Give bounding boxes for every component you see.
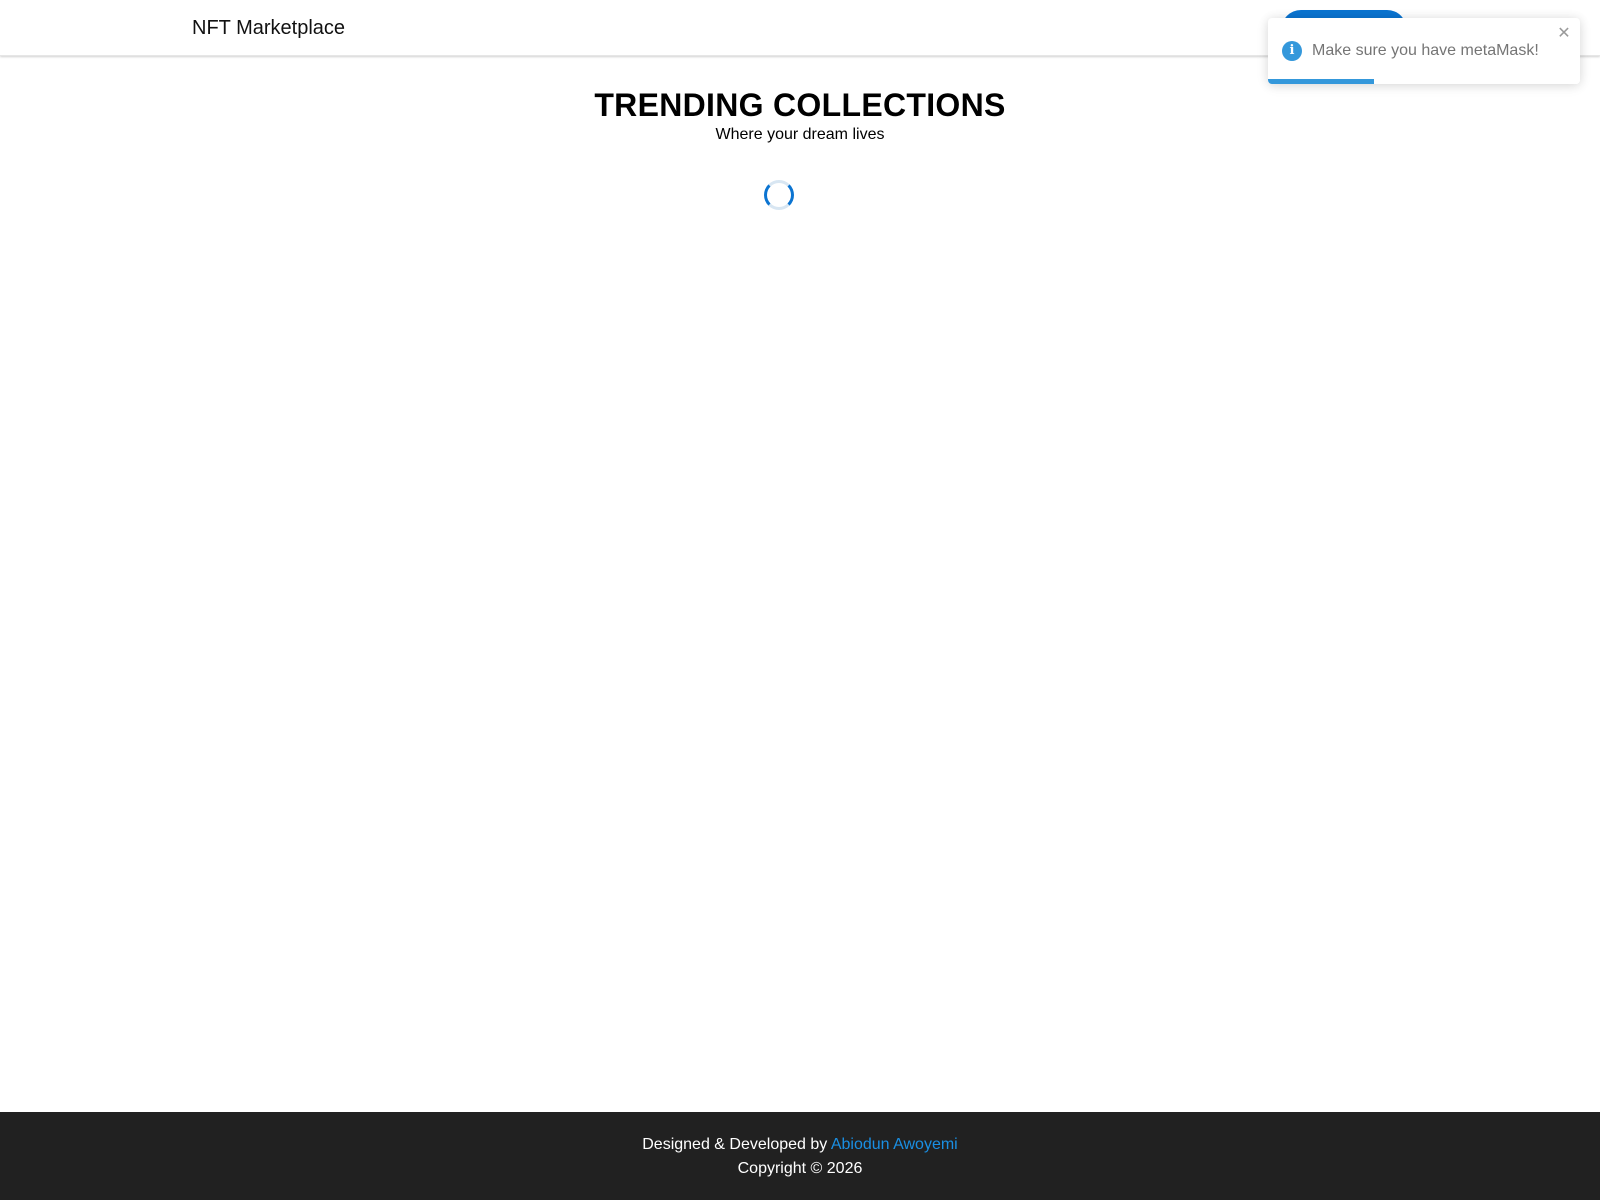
toast-notification: i Make sure you have metaMask! ✕ bbox=[1268, 18, 1580, 84]
brand-link[interactable]: NFT Marketplace bbox=[192, 15, 345, 41]
toast-progress-track bbox=[1268, 79, 1580, 84]
toast-progress-bar bbox=[1268, 79, 1375, 84]
author-link[interactable]: Abiodun Awoyemi bbox=[831, 1136, 958, 1153]
footer-credit: Designed & Developed by Abiodun Awoyemi bbox=[0, 1133, 1600, 1157]
page: NFT Marketplace TRENDING COLLECTIONS Whe… bbox=[0, 0, 1600, 1200]
toast-message: Make sure you have metaMask! bbox=[1312, 42, 1539, 59]
footer-copyright: Copyright © 2026 bbox=[737, 1160, 863, 1177]
loading-spinner-icon bbox=[764, 180, 794, 210]
page-subtitle: Where your dream lives bbox=[715, 126, 885, 143]
footer-credit-prefix: Designed & Developed by bbox=[642, 1136, 828, 1153]
info-icon: i bbox=[1282, 41, 1302, 61]
footer: Designed & Developed by Abiodun Awoyemi … bbox=[0, 1112, 1600, 1200]
close-icon[interactable]: ✕ bbox=[1556, 26, 1572, 42]
page-title: TRENDING COLLECTIONS bbox=[594, 87, 1006, 123]
